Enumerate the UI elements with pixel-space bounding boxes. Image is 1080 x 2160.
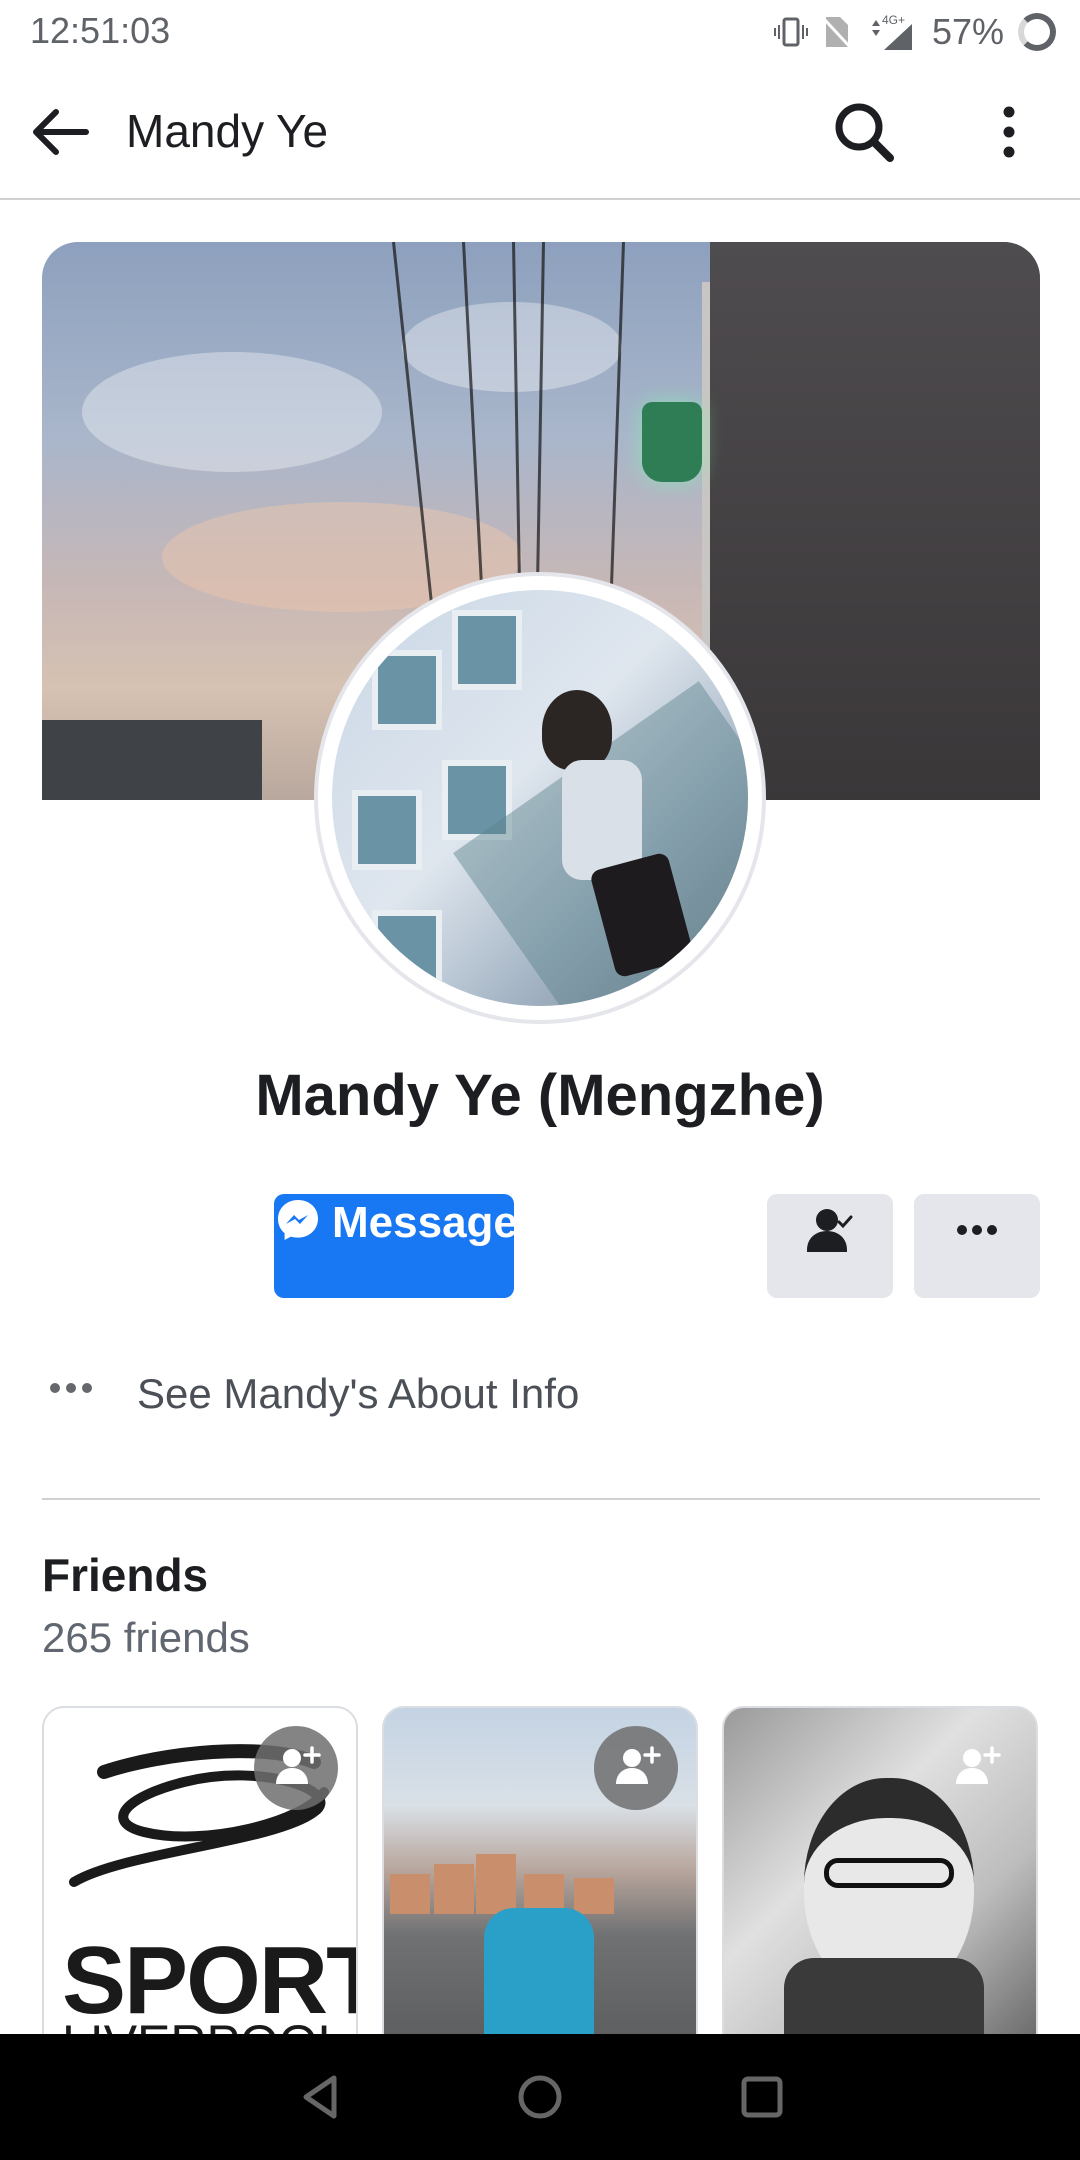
more-horizontal-icon bbox=[50, 1383, 92, 1393]
messenger-icon bbox=[278, 1200, 318, 1240]
square-recents-icon bbox=[741, 2076, 783, 2118]
friends-status-button[interactable] bbox=[767, 1194, 893, 1298]
back-button[interactable] bbox=[26, 100, 96, 164]
add-friend-button[interactable] bbox=[254, 1726, 338, 1810]
profile-name: Mandy Ye (Mengzhe) bbox=[255, 1063, 825, 1128]
add-friend-icon bbox=[276, 1746, 321, 1784]
battery-icon bbox=[1018, 13, 1056, 51]
more-vertical-icon bbox=[1003, 106, 1015, 158]
battery-percent: 57% bbox=[931, 11, 1004, 52]
status-bar: 12:51:03 4G+ 57% bbox=[0, 0, 1080, 64]
card-logo-subtext: LIVERPOOL bbox=[62, 2014, 345, 2034]
friends-section-title: Friends bbox=[42, 1549, 209, 1601]
add-friend-icon bbox=[616, 1746, 661, 1784]
about-info-link[interactable]: See Mandy's About Info bbox=[42, 1362, 1040, 1432]
about-info-label: See Mandy's About Info bbox=[137, 1370, 580, 1417]
profile-more-button[interactable] bbox=[914, 1194, 1040, 1298]
arrow-back-icon bbox=[33, 109, 89, 155]
app-bar: Mandy Ye bbox=[0, 64, 1080, 200]
divider bbox=[42, 1498, 1040, 1500]
add-friend-button[interactable] bbox=[594, 1726, 678, 1810]
page-title: Mandy Ye bbox=[126, 105, 329, 157]
message-button-label: Message bbox=[332, 1198, 518, 1247]
nav-back-button[interactable] bbox=[284, 2064, 354, 2130]
search-icon bbox=[835, 103, 894, 162]
nav-home-button[interactable] bbox=[505, 2064, 575, 2130]
signal-icon: 4G+ bbox=[871, 13, 912, 50]
person-check-icon bbox=[807, 1209, 853, 1252]
add-friend-button[interactable] bbox=[934, 1726, 1018, 1810]
avatar bbox=[332, 590, 748, 1006]
status-icons: 4G+ 57% bbox=[773, 8, 1056, 56]
no-sim-icon bbox=[822, 17, 852, 49]
friends-count[interactable]: 265 friends bbox=[42, 1614, 250, 1662]
more-horizontal-icon bbox=[957, 1225, 997, 1235]
vibrate-icon bbox=[773, 17, 808, 47]
circle-home-icon bbox=[518, 2075, 562, 2119]
friend-card[interactable] bbox=[722, 1706, 1038, 2036]
triangle-back-icon bbox=[303, 2075, 337, 2119]
friend-card[interactable] bbox=[382, 1706, 698, 2036]
nav-recents-button[interactable] bbox=[727, 2064, 797, 2130]
system-nav-bar bbox=[0, 2034, 1080, 2160]
add-friend-icon bbox=[956, 1746, 1001, 1784]
more-options-button[interactable] bbox=[984, 100, 1034, 164]
search-button[interactable] bbox=[830, 98, 900, 168]
profile-picture[interactable] bbox=[314, 572, 766, 1024]
network-type: 4G+ bbox=[882, 13, 905, 27]
status-time: 12:51:03 bbox=[30, 10, 171, 51]
message-button[interactable]: Message bbox=[274, 1194, 518, 1298]
friend-card[interactable]: SPORT LIVERPOOL bbox=[42, 1706, 358, 2036]
